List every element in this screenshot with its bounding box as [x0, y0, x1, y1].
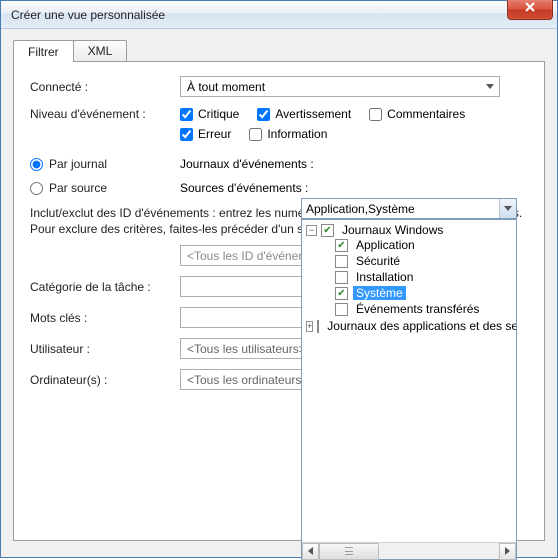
- checkbox-icon[interactable]: [321, 224, 334, 237]
- tab-filter[interactable]: Filtrer: [13, 40, 74, 62]
- computers-value: <Tous les ordinateurs>: [187, 373, 308, 387]
- by-source-label: Par source: [49, 181, 107, 195]
- label-event-level: Niveau d'événement :: [30, 107, 180, 121]
- tabstrip: Filtrer XML: [13, 39, 545, 61]
- event-journals-value: Application,Système: [306, 202, 499, 216]
- critical-input[interactable]: [180, 108, 193, 121]
- scroll-left-button[interactable]: [302, 543, 319, 560]
- by-journal-input[interactable]: [30, 158, 43, 171]
- connected-combo[interactable]: À tout moment: [180, 76, 500, 97]
- checkbox-icon[interactable]: [335, 239, 348, 252]
- checkbox-error[interactable]: Erreur: [180, 127, 231, 141]
- tree-label: Événements transférés: [353, 302, 482, 316]
- event-journals-combo[interactable]: Application,Système: [301, 198, 517, 219]
- label-event-journals: Journaux d'événements :: [180, 157, 528, 171]
- checkbox-icon[interactable]: [335, 287, 348, 300]
- comments-label: Commentaires: [387, 107, 465, 121]
- scroll-track[interactable]: [319, 543, 499, 560]
- expand-icon[interactable]: +: [306, 321, 313, 332]
- warning-label: Avertissement: [275, 107, 351, 121]
- tree-label: Journaux des applications et des service…: [324, 319, 516, 333]
- error-label: Erreur: [198, 127, 231, 141]
- checkbox-icon[interactable]: [335, 271, 348, 284]
- titlebar: Créer une vue personnalisée: [1, 1, 557, 29]
- checkbox-comments[interactable]: Commentaires: [369, 107, 465, 121]
- checkbox-critical[interactable]: Critique: [180, 107, 239, 121]
- tree-node-forwarded[interactable]: Événements transférés: [320, 302, 516, 316]
- tree-label: Installation: [353, 270, 416, 284]
- tree-label: Application: [353, 238, 418, 252]
- warning-input[interactable]: [257, 108, 270, 121]
- close-icon: [525, 2, 535, 12]
- label-keywords: Mots clés :: [30, 311, 180, 325]
- tree-node-security[interactable]: Sécurité: [320, 254, 516, 268]
- chevron-down-icon: [482, 79, 497, 94]
- label-connected: Connecté :: [30, 80, 180, 94]
- radio-by-journal[interactable]: Par journal: [30, 157, 180, 171]
- label-task-category: Catégorie de la tâche :: [30, 280, 180, 294]
- dialog-window: Créer une vue personnalisée Filtrer XML …: [0, 0, 558, 558]
- scroll-right-button[interactable]: [499, 543, 516, 560]
- window-title: Créer une vue personnalisée: [11, 8, 165, 22]
- journals-tree[interactable]: − Journaux Windows Application: [302, 220, 516, 542]
- grip-icon: [345, 547, 353, 555]
- checkbox-icon[interactable]: [335, 255, 348, 268]
- close-button[interactable]: [507, 0, 553, 20]
- collapse-icon[interactable]: −: [306, 225, 317, 236]
- tree-node-system[interactable]: Système: [320, 286, 516, 300]
- scroll-thumb[interactable]: [319, 543, 379, 560]
- tree-node-app-journals[interactable]: + Journaux des applications et des servi…: [306, 319, 516, 333]
- checkbox-warning[interactable]: Avertissement: [257, 107, 351, 121]
- information-input[interactable]: [249, 128, 262, 141]
- error-input[interactable]: [180, 128, 193, 141]
- tab-xml[interactable]: XML: [73, 40, 128, 61]
- user-value: <Tous les utilisateurs>: [187, 342, 306, 356]
- critical-label: Critique: [198, 107, 239, 121]
- checkbox-icon[interactable]: [317, 320, 319, 333]
- tree-node-installation[interactable]: Installation: [320, 270, 516, 284]
- label-event-sources: Sources d'événements :: [180, 181, 528, 195]
- checkbox-information[interactable]: Information: [249, 127, 327, 141]
- tree-node-application[interactable]: Application: [320, 238, 516, 252]
- dialog-content: Filtrer XML Connecté : À tout moment Niv…: [1, 29, 557, 557]
- tree-label: Système: [353, 286, 406, 300]
- label-computers: Ordinateur(s) :: [30, 373, 180, 387]
- by-journal-label: Par journal: [49, 157, 107, 171]
- arrow-right-icon: [505, 547, 510, 555]
- by-source-input[interactable]: [30, 182, 43, 195]
- information-label: Information: [267, 127, 327, 141]
- connected-value: À tout moment: [187, 80, 482, 94]
- comments-input[interactable]: [369, 108, 382, 121]
- checkbox-icon[interactable]: [335, 303, 348, 316]
- tree-label: Journaux Windows: [339, 223, 446, 237]
- tree-node-windows-journals[interactable]: − Journaux Windows: [306, 223, 516, 237]
- radio-by-source[interactable]: Par source: [30, 181, 180, 195]
- horizontal-scrollbar[interactable]: [302, 542, 516, 559]
- event-journals-dropdown: − Journaux Windows Application: [301, 219, 517, 560]
- chevron-down-icon: [499, 199, 516, 218]
- tree-label: Sécurité: [353, 254, 403, 268]
- label-user: Utilisateur :: [30, 342, 180, 356]
- arrow-left-icon: [308, 547, 313, 555]
